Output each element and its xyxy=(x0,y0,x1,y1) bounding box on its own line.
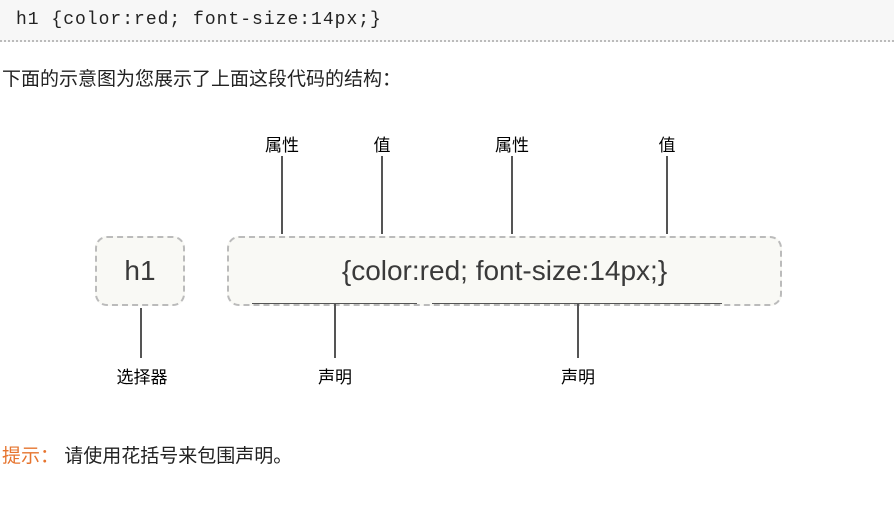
css-structure-diagram: 属性 值 属性 值 h1 {color:red; font-size:14px;… xyxy=(57,131,837,411)
prop2-token: font-size xyxy=(476,255,582,287)
space xyxy=(468,255,476,287)
semi2: ; xyxy=(650,255,658,287)
val1-token: red xyxy=(420,255,460,287)
tip-row: 提示： 请使用花括号来包围声明。 xyxy=(0,431,894,488)
colon1: : xyxy=(412,255,420,287)
colon2: : xyxy=(582,255,590,287)
tick-val1 xyxy=(381,156,383,234)
declaration-box: {color:red; font-size:14px;} xyxy=(227,236,782,306)
prop1-token: color xyxy=(351,255,412,287)
btick-decl2 xyxy=(577,304,579,358)
label-selector: 选择器 xyxy=(112,363,172,388)
selector-text: h1 xyxy=(124,255,155,287)
code-block: h1 {color:red; font-size:14px;} xyxy=(0,0,894,42)
label-declaration-1: 声明 xyxy=(315,363,355,388)
semi1: ; xyxy=(460,255,468,287)
declaration-text: {color:red; font-size:14px;} xyxy=(342,255,667,287)
tick-prop1 xyxy=(281,156,283,234)
label-declaration-2: 声明 xyxy=(558,363,598,388)
btick-selector xyxy=(140,308,142,358)
brace-close: } xyxy=(658,255,667,287)
label-value-2: 值 xyxy=(652,131,682,156)
tick-val2 xyxy=(666,156,668,234)
btick-decl1 xyxy=(334,304,336,358)
selector-box: h1 xyxy=(95,236,185,306)
label-property-1: 属性 xyxy=(262,131,302,156)
brace-open: { xyxy=(342,255,351,287)
intro-text: 下面的示意图为您展示了上面这段代码的结构： xyxy=(0,42,894,101)
tick-prop2 xyxy=(511,156,513,234)
label-value-1: 值 xyxy=(367,131,397,156)
label-property-2: 属性 xyxy=(492,131,532,156)
tip-text: 请使用花括号来包围声明。 xyxy=(64,446,292,467)
val2-token: 14px xyxy=(589,255,650,287)
tip-label: 提示： xyxy=(2,446,59,467)
